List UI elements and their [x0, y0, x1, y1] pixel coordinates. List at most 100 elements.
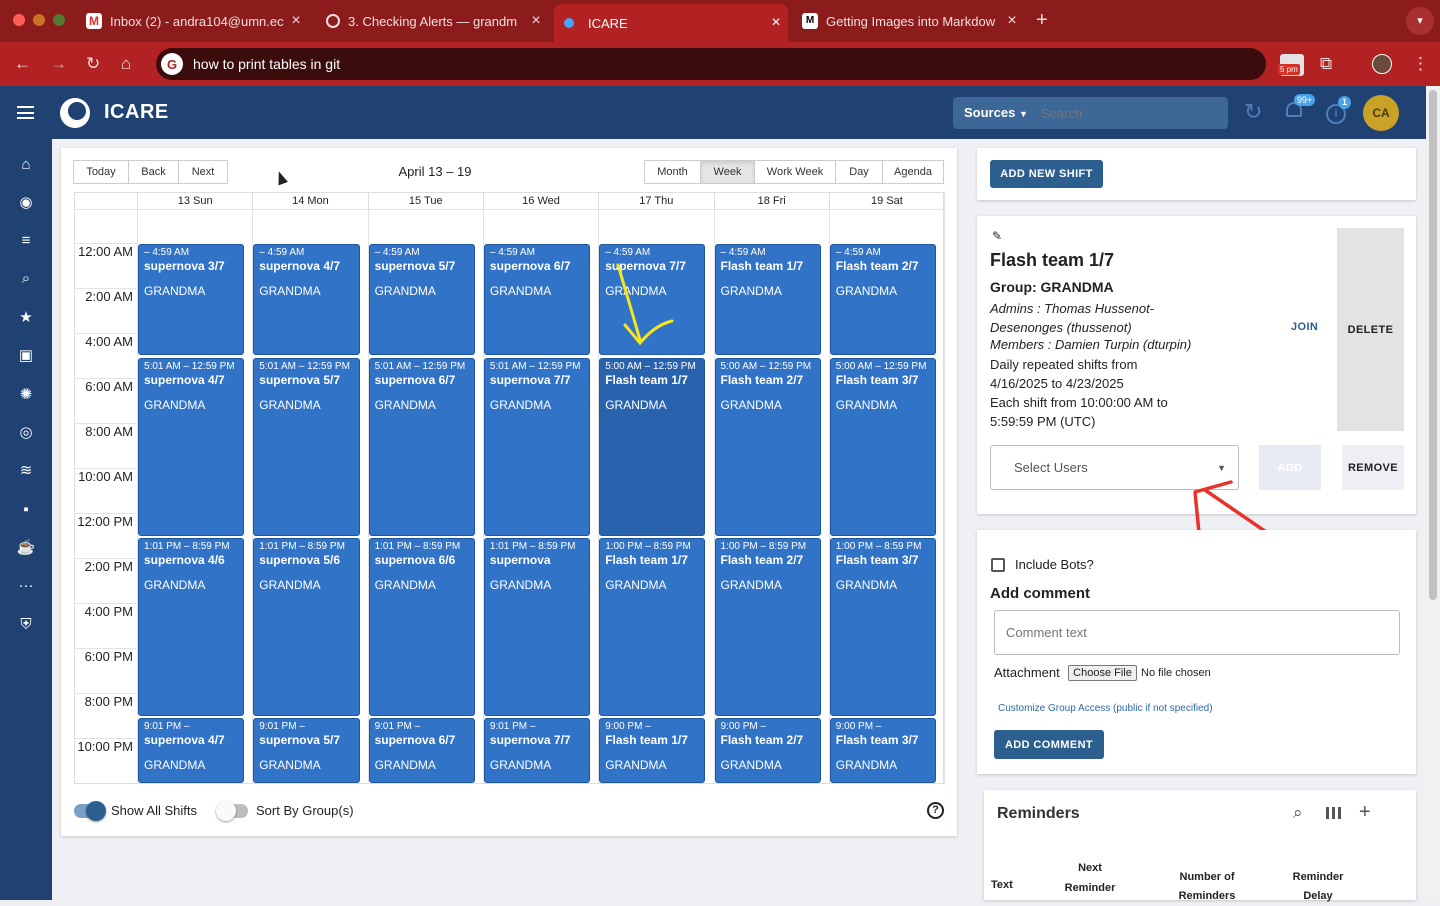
shift-event[interactable]: 9:00 PM – Flash team 3/7 GRANDMA [829, 717, 937, 783]
help-icon[interactable]: ? [927, 802, 944, 819]
browser-tab-gmail[interactable]: M Inbox (2) - andra104@umn.ec × [76, 6, 308, 36]
briefcase-icon[interactable]: ▪ [16, 500, 36, 520]
back-arrow-icon[interactable]: ← [14, 54, 31, 74]
day-header[interactable]: 18 Fri [713, 192, 829, 209]
address-bar[interactable]: G how to print tables in git [156, 48, 1266, 80]
reminders-col-delay[interactable]: Reminder Delay [1290, 868, 1346, 906]
app-title[interactable]: ICARE [104, 101, 169, 124]
shift-event[interactable]: 1:00 PM – 8:59 PM Flash team 2/7 GRANDMA [714, 537, 821, 716]
browser-menu-icon[interactable]: ⋮ [1412, 54, 1429, 74]
coffee-icon[interactable]: ☕ [16, 538, 36, 558]
close-tab-icon[interactable]: × [524, 12, 548, 30]
customize-group-access-link[interactable]: Customize Group Access (public if not sp… [998, 703, 1213, 714]
close-tab-icon[interactable]: × [284, 12, 308, 30]
delete-button[interactable]: DELETE [1337, 228, 1404, 431]
hamburger-menu-icon[interactable] [17, 106, 34, 119]
close-window-icon[interactable] [13, 14, 25, 26]
search-icon[interactable]: ⌕ [1293, 803, 1303, 823]
shift-event[interactable]: 1:00 PM – 8:59 PM Flash team 3/7 GRANDMA [829, 537, 937, 716]
extensions-puzzle-icon[interactable]: ⧉ [1320, 54, 1332, 74]
reminders-col-number[interactable]: Number of Reminders [1172, 868, 1242, 906]
profile-avatar[interactable] [1372, 54, 1392, 74]
user-avatar[interactable]: CA [1363, 95, 1399, 131]
today-button[interactable]: Today [73, 160, 129, 184]
add-reminder-icon[interactable]: + [1359, 801, 1371, 824]
shift-event[interactable]: 9:00 PM – Flash team 1/7 GRANDMA [599, 717, 706, 783]
day-header[interactable]: 17 Thu [598, 192, 713, 209]
shield-icon[interactable]: ⛨ [16, 615, 36, 635]
comment-text-input[interactable] [994, 610, 1400, 655]
notifications-bell-icon[interactable]: 99+ [1286, 94, 1316, 122]
bus-icon[interactable]: ▣ [16, 346, 36, 366]
tab-list-button[interactable]: ▾ [1406, 7, 1434, 35]
next-button[interactable]: Next [178, 160, 228, 184]
forward-arrow-icon[interactable]: → [50, 54, 67, 74]
day-header[interactable]: 13 Sun [137, 192, 252, 209]
refresh-icon[interactable]: ↻ [1244, 99, 1262, 125]
shift-event[interactable]: 5:00 AM – 12:59 PM Flash team 2/7 GRANDMA [714, 357, 821, 536]
shift-event[interactable]: 5:00 AM – 12:59 PM Flash team 3/7 GRANDMA [829, 357, 937, 536]
reload-icon[interactable]: ↻ [86, 54, 100, 74]
show-all-shifts-toggle[interactable] [74, 801, 106, 821]
add-new-shift-button[interactable]: ADD NEW SHIFT [990, 160, 1103, 188]
minimize-window-icon[interactable] [33, 14, 45, 26]
shift-event[interactable]: – 4:59 AM supernova 6/7 GRANDMA [483, 244, 591, 355]
view-work-week-button[interactable]: Work Week [754, 160, 836, 184]
page-scrollbar[interactable] [1426, 86, 1440, 900]
shift-event[interactable]: – 4:59 AM Flash team 2/7 GRANDMA [829, 244, 937, 355]
close-tab-icon[interactable]: × [1000, 12, 1024, 30]
shift-event[interactable]: 5:01 AM – 12:59 PM supernova 4/7 GRANDMA [138, 357, 245, 536]
back-button[interactable]: Back [128, 160, 179, 184]
reminders-col-next[interactable]: Next Reminder [1063, 858, 1117, 898]
view-columns-icon[interactable] [1326, 807, 1341, 819]
star-icon[interactable]: ★ [16, 308, 36, 328]
shift-event[interactable]: – 4:59 AM supernova 3/7 GRANDMA [138, 244, 245, 355]
view-agenda-button[interactable]: Agenda [882, 160, 944, 184]
more-dots-icon[interactable]: ··· [16, 576, 36, 596]
view-week-button[interactable]: Week [700, 160, 755, 184]
day-header[interactable]: 16 Wed [482, 192, 598, 209]
shift-event[interactable]: 9:01 PM – supernova 6/7 GRANDMA [368, 717, 475, 783]
shift-event[interactable]: 5:01 AM – 12:59 PM supernova 7/7 GRANDMA [483, 357, 591, 536]
day-header[interactable]: 19 Sat [828, 192, 944, 209]
sources-dropdown[interactable]: Sources ▼ [964, 105, 1028, 120]
browser-tab-alerts[interactable]: 3. Checking Alerts — grandm × [316, 6, 548, 36]
shift-event[interactable]: 1:01 PM – 8:59 PM supernova GRANDMA [483, 537, 591, 716]
shift-event[interactable]: 1:00 PM – 8:59 PM Flash team 1/7 GRANDMA [599, 537, 706, 716]
choose-file-button[interactable]: Choose File [1068, 665, 1137, 681]
shift-event[interactable]: 5:00 AM – 12:59 PM Flash team 1/7 GRANDMA [599, 357, 706, 536]
shift-event[interactable]: – 4:59 AM supernova 5/7 GRANDMA [368, 244, 475, 355]
home-icon[interactable]: ⌂ [16, 155, 36, 175]
shift-event[interactable]: 1:01 PM – 8:59 PM supernova 6/6 GRANDMA [368, 537, 475, 716]
shift-event[interactable]: 9:01 PM – supernova 7/7 GRANDMA [483, 717, 591, 783]
view-month-button[interactable]: Month [644, 160, 701, 184]
close-tab-icon[interactable]: × [764, 14, 788, 32]
add-comment-button[interactable]: ADD COMMENT [994, 730, 1104, 759]
shift-event[interactable]: – 4:59 AM supernova 4/7 GRANDMA [253, 244, 360, 355]
radiation-icon[interactable]: ✺ [16, 385, 36, 405]
day-header[interactable]: 14 Mon [252, 192, 367, 209]
shift-event[interactable]: 9:00 PM – Flash team 2/7 GRANDMA [714, 717, 821, 783]
search-input[interactable] [1041, 103, 1221, 123]
search-icon[interactable]: ⌕ [16, 269, 36, 289]
info-icon[interactable]: i 1 [1326, 96, 1351, 124]
browser-tab-medium[interactable]: M Getting Images into Markdow × [792, 6, 1024, 36]
home-icon[interactable]: ⌂ [121, 54, 131, 74]
shift-event[interactable]: – 4:59 AM Flash team 1/7 GRANDMA [714, 244, 821, 355]
target-icon[interactable]: ◎ [16, 423, 36, 443]
day-header[interactable]: 15 Tue [367, 192, 483, 209]
join-button[interactable]: JOIN [1291, 321, 1318, 333]
shift-event[interactable]: 1:01 PM – 8:59 PM supernova 4/6 GRANDMA [138, 537, 245, 716]
reminders-col-text[interactable]: Text [991, 879, 1013, 891]
edit-pencil-icon[interactable]: ✎ [992, 229, 1002, 243]
calendar-extension-icon[interactable]: 5 pm [1278, 54, 1304, 76]
wifi-icon[interactable]: ≋ [16, 461, 36, 481]
maximize-window-icon[interactable] [53, 14, 65, 26]
remove-user-button[interactable]: REMOVE [1342, 445, 1404, 490]
shift-event[interactable]: 5:01 AM – 12:59 PM supernova 6/7 GRANDMA [368, 357, 475, 536]
shift-event[interactable]: 5:01 AM – 12:59 PM supernova 5/7 GRANDMA [253, 357, 360, 536]
shift-event[interactable]: 9:01 PM – supernova 4/7 GRANDMA [138, 717, 245, 783]
new-tab-icon[interactable]: + [1036, 10, 1048, 30]
sort-by-groups-toggle[interactable] [216, 801, 248, 821]
antenna-icon[interactable]: ◉ [16, 193, 36, 213]
